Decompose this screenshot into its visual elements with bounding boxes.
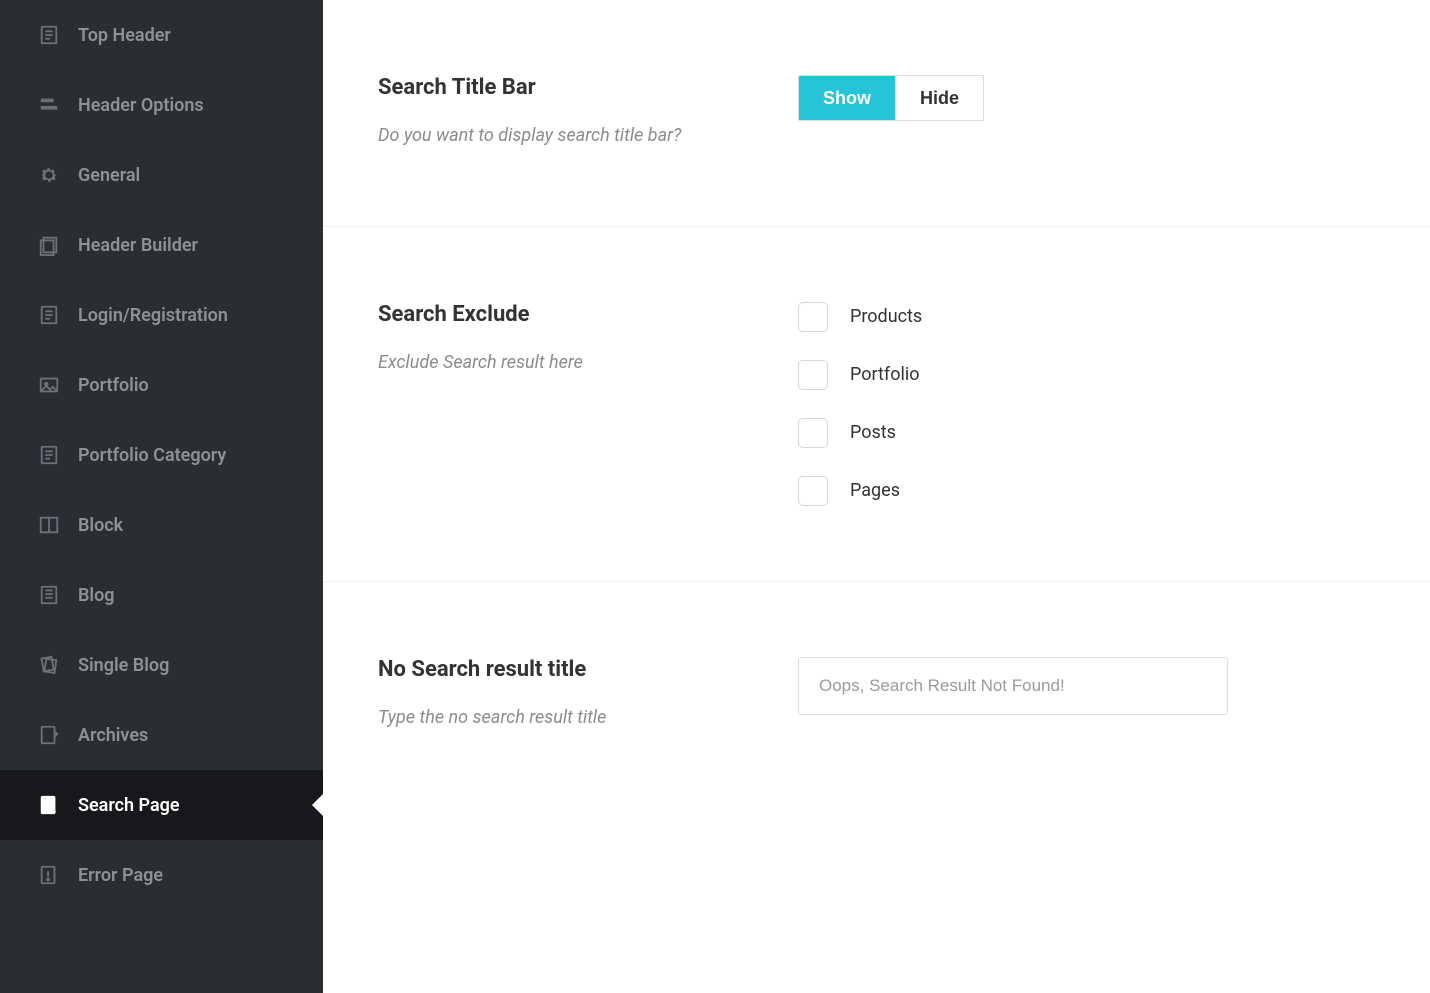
sidebar-item-label: Single Blog [78,655,169,676]
sidebar: Top Header Header Options General Header Bu… [0,0,323,993]
doc-icon [38,444,60,466]
sidebar-item-label: Archives [78,725,148,746]
show-hide-toggle: Show Hide [798,75,984,121]
sidebar-item-archives[interactable]: Archives [0,700,323,770]
sidebar-item-top-header[interactable]: Top Header [0,0,323,70]
exclude-option-products: Products [798,302,1375,332]
sidebar-item-blog[interactable]: Blog [0,560,323,630]
exclude-checkbox-list: Products Portfolio Posts Pages [798,302,1375,506]
checkbox-label: Products [850,306,922,327]
sidebar-item-header-options[interactable]: Header Options [0,70,323,140]
sidebar-item-login-registration[interactable]: Login/Registration [0,280,323,350]
doclines-icon [38,584,60,606]
section-right: Show Hide [798,75,1375,151]
hide-button[interactable]: Hide [895,76,983,120]
section-desc: Type the no search result title [378,704,698,733]
sidebar-item-label: Blog [78,585,115,606]
sidebar-item-label: Top Header [78,25,171,46]
exclude-option-portfolio: Portfolio [798,360,1375,390]
sidebar-item-label: Login/Registration [78,305,228,326]
section-left: Search Exclude Exclude Search result her… [378,302,758,506]
archive-icon [38,724,60,746]
image-icon [38,374,60,396]
sidebar-item-label: Header Builder [78,235,198,256]
sidebar-item-label: Portfolio Category [78,445,226,466]
doc-icon [38,24,60,46]
error-doc-icon [38,864,60,886]
sidebar-item-label: Search Page [78,795,180,816]
sidebar-item-label: General [78,165,140,186]
section-right [798,657,1375,733]
sidebar-item-general[interactable]: General [0,140,323,210]
layout-icon [38,514,60,536]
checkbox-portfolio[interactable] [798,360,828,390]
section-title: Search Exclude [378,302,758,327]
sidebar-item-label: Header Options [78,95,204,116]
stack-icon [38,234,60,256]
main-content: Search Title Bar Do you want to display … [323,0,1430,993]
exclude-option-pages: Pages [798,476,1375,506]
sidebar-item-portfolio-category[interactable]: Portfolio Category [0,420,323,490]
sidebar-item-search-page[interactable]: Search Page [0,770,323,840]
doc-icon [38,304,60,326]
show-button[interactable]: Show [799,76,895,120]
section-desc: Exclude Search result here [378,349,698,378]
sidebar-item-block[interactable]: Block [0,490,323,560]
sidebar-item-error-page[interactable]: Error Page [0,840,323,910]
checkbox-pages[interactable] [798,476,828,506]
sidebar-item-portfolio[interactable]: Portfolio [0,350,323,420]
bars-icon [38,94,60,116]
section-no-search-result-title: No Search result title Type the no searc… [323,582,1430,808]
sidebar-item-label: Error Page [78,865,163,886]
sidebar-item-header-builder[interactable]: Header Builder [0,210,323,280]
search-doc-icon [38,794,60,816]
section-left: Search Title Bar Do you want to display … [378,75,758,151]
section-search-exclude: Search Exclude Exclude Search result her… [323,227,1430,582]
checkbox-label: Pages [850,480,900,501]
gear-icon [38,164,60,186]
no-result-title-input[interactable] [798,657,1228,715]
section-title: Search Title Bar [378,75,758,100]
sidebar-item-label: Block [78,515,123,536]
sidebar-item-single-blog[interactable]: Single Blog [0,630,323,700]
checkbox-label: Portfolio [850,364,919,385]
section-search-title-bar: Search Title Bar Do you want to display … [323,0,1430,227]
pages-icon [38,654,60,676]
checkbox-label: Posts [850,422,896,443]
section-right: Products Portfolio Posts Pages [798,302,1375,506]
checkbox-products[interactable] [798,302,828,332]
checkbox-posts[interactable] [798,418,828,448]
section-title: No Search result title [378,657,758,682]
sidebar-item-label: Portfolio [78,375,149,396]
section-desc: Do you want to display search title bar? [378,122,698,151]
exclude-option-posts: Posts [798,418,1375,448]
section-left: No Search result title Type the no searc… [378,657,758,733]
